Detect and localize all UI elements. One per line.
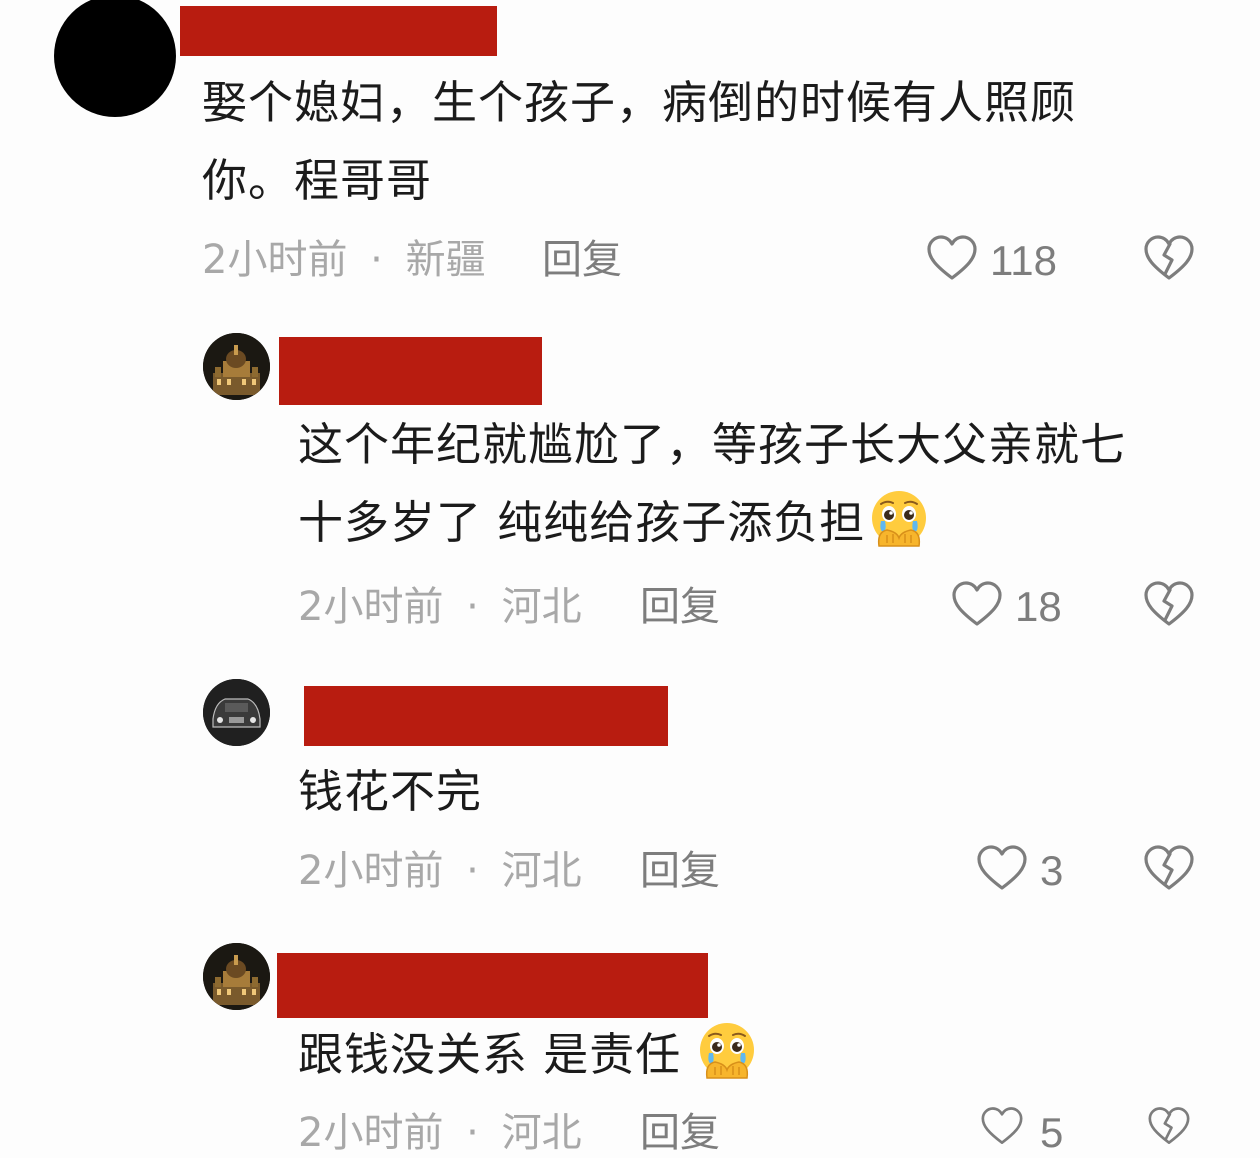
broken-heart-icon[interactable] xyxy=(1143,234,1195,282)
comment-text: 钱花不完 xyxy=(298,753,1218,831)
comment-text: 这个年纪就尴尬了，等孩子长大父亲就七 十多岁了 纯纯给孩子添负担 xyxy=(298,406,1218,562)
username-redacted[interactable] xyxy=(180,6,497,56)
heart-outline-icon[interactable] xyxy=(951,580,1003,628)
heart-outline-icon[interactable] xyxy=(976,1106,1028,1146)
comment-text-segment: 十多岁了 纯纯给孩子添负担 xyxy=(298,496,866,549)
location: 河北 xyxy=(501,848,582,894)
comment-meta: 2小时前 · 河北 xyxy=(298,1108,582,1158)
comment-text-line: 跟钱没关系 是责任 xyxy=(298,1016,1218,1094)
like-count: 18 xyxy=(1015,583,1062,630)
comment-meta: 2小时前 · 新疆 xyxy=(202,235,486,285)
comment-text-line: 钱花不完 xyxy=(298,765,483,818)
meta-separator: · xyxy=(370,237,383,283)
username-redacted[interactable] xyxy=(277,953,708,1018)
timestamp: 2小时前 xyxy=(298,1110,444,1156)
avatar[interactable] xyxy=(203,333,270,400)
heart-outline-icon[interactable] xyxy=(926,234,978,282)
reply-button[interactable]: 回复 xyxy=(640,582,720,632)
comment-text-line: 十多岁了 纯纯给孩子添负担 xyxy=(298,484,1218,562)
like-count: 3 xyxy=(1040,847,1064,894)
avatar[interactable] xyxy=(203,679,270,746)
meta-separator: · xyxy=(466,848,479,894)
username-redacted[interactable] xyxy=(279,337,542,405)
broken-heart-icon[interactable] xyxy=(1143,1106,1195,1146)
like-count: 118 xyxy=(990,237,1057,284)
timestamp: 2小时前 xyxy=(298,848,444,894)
comment-text-line: 你。程哥哥 xyxy=(202,154,433,207)
avatar[interactable] xyxy=(54,0,176,117)
broken-heart-icon[interactable] xyxy=(1143,580,1195,628)
timestamp: 2小时前 xyxy=(202,237,348,283)
location: 新疆 xyxy=(405,237,486,283)
comment-text-line: 娶个媳妇，生个孩子，病倒的时候有人照顾 xyxy=(202,76,1077,129)
comment-text-line: 这个年纪就尴尬了，等孩子长大父亲就七 xyxy=(298,418,1127,471)
like-count: 5 xyxy=(1040,1109,1064,1156)
comment-meta: 2小时前 · 河北 xyxy=(298,846,582,896)
comment-meta: 2小时前 · 河北 xyxy=(298,582,582,632)
username-redacted[interactable] xyxy=(304,686,668,746)
comment-text: 娶个媳妇，生个孩子，病倒的时候有人照顾 你。程哥哥 xyxy=(202,64,1202,220)
pleading-face-emoji xyxy=(867,488,931,552)
meta-separator: · xyxy=(466,584,479,630)
timestamp: 2小时前 xyxy=(298,584,444,630)
reply-button[interactable]: 回复 xyxy=(640,846,720,896)
heart-outline-icon[interactable] xyxy=(976,844,1028,892)
pleading-face-emoji xyxy=(695,1020,759,1084)
comment-text: 跟钱没关系 是责任 xyxy=(298,1016,1218,1094)
meta-separator: · xyxy=(466,1110,479,1156)
reply-button[interactable]: 回复 xyxy=(640,1108,720,1158)
location: 河北 xyxy=(501,1110,582,1156)
comment-text-segment: 跟钱没关系 是责任 xyxy=(298,1028,682,1081)
broken-heart-icon[interactable] xyxy=(1143,844,1195,892)
avatar[interactable] xyxy=(203,943,270,1010)
reply-button[interactable]: 回复 xyxy=(542,235,622,285)
location: 河北 xyxy=(501,584,582,630)
